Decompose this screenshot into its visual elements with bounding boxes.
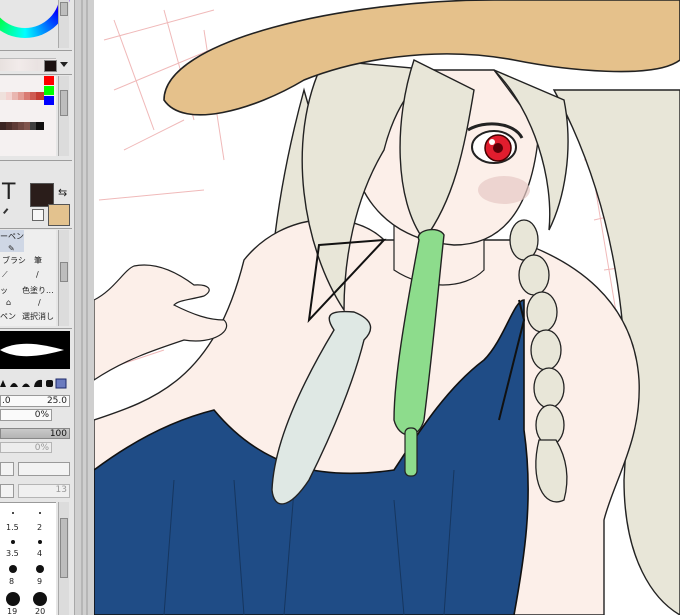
brush-item-label[interactable]: 筆 xyxy=(34,256,42,266)
brush-item-label[interactable]: ッ xyxy=(0,286,8,296)
brush-size-grid[interactable]: 1.5 2 3.5 4 8 9 19 20 xyxy=(0,502,56,615)
brush-item-label[interactable]: ブラシ xyxy=(2,256,26,266)
density-value: 0% xyxy=(34,410,49,420)
colorwheel-scrollbar[interactable] xyxy=(58,0,69,48)
panel-splitter[interactable] xyxy=(74,0,96,615)
artwork xyxy=(94,0,680,615)
brush-tip-row[interactable] xyxy=(0,377,70,389)
brush-item-label[interactable]: 色塗り... xyxy=(22,286,54,296)
blur-mode-select[interactable] xyxy=(0,462,14,476)
brush-size-label: 4 xyxy=(37,549,43,558)
secondary-color-swatch[interactable] xyxy=(48,204,70,226)
calligraphy-brush-icon: ∕ xyxy=(36,270,39,279)
palette-current-color[interactable] xyxy=(44,60,57,72)
marker-icon: ⌂ xyxy=(6,298,12,307)
brush-size-label: 19 xyxy=(7,607,18,615)
brush-size-label: 20 xyxy=(35,607,46,615)
palette-accents[interactable] xyxy=(44,76,56,106)
swap-colors-icon[interactable]: ⇆ xyxy=(58,186,67,199)
blend-percent: 0% xyxy=(0,442,52,453)
brush-item-label[interactable]: ペン xyxy=(0,312,16,322)
dropper-icon[interactable] xyxy=(3,208,13,218)
tool-panel: T ⇆ ーペン ✎ ブラシ 筆 ⟋ ∕ ッ 色塗り... ⌂ ∕ ペン 選択消し xyxy=(0,0,75,615)
brush-size-label: 8 xyxy=(9,577,15,586)
size-max-value: 25.0 xyxy=(46,396,67,406)
text-tool-label[interactable]: T xyxy=(2,182,15,204)
pen-icon: ✎ xyxy=(8,244,15,253)
fill-brush-icon: ∕ xyxy=(38,298,41,307)
brush-list: ーペン ✎ ブラシ 筆 ⟋ ∕ ッ 色塗り... ⌂ ∕ ペン 選択消し xyxy=(0,230,56,326)
palette-menu-icon[interactable] xyxy=(60,62,68,67)
palette-accent-swatch[interactable] xyxy=(44,86,54,95)
density-slider[interactable]: 0% xyxy=(0,409,52,421)
brush-size-label: 9 xyxy=(37,577,43,586)
size-value: .0 xyxy=(2,396,11,406)
palette-scrollbar[interactable] xyxy=(58,76,69,156)
drawing-canvas[interactable] xyxy=(94,0,680,615)
size-slider[interactable]: .0 25.0 xyxy=(0,395,70,407)
brush-stroke-shape xyxy=(0,343,64,357)
brush-size-scrollbar[interactable] xyxy=(58,502,69,615)
eye-highlight xyxy=(489,139,495,145)
blur-strength-select[interactable] xyxy=(0,484,14,498)
brush-item-label[interactable]: ーペン xyxy=(0,232,24,242)
brush-scrollbar[interactable] xyxy=(58,230,69,326)
brush-size-label: 2 xyxy=(37,523,43,532)
palette-accent-swatch[interactable] xyxy=(44,76,54,85)
brush-size-label: 1.5 xyxy=(6,523,19,532)
brush-icon: ⟋ xyxy=(2,270,8,279)
palette-swatch[interactable] xyxy=(36,122,44,130)
blur-field[interactable] xyxy=(18,462,70,476)
popsicle-stick xyxy=(404,427,418,477)
blend-slider[interactable]: 100 xyxy=(0,428,70,439)
blend-value: 100 xyxy=(49,429,67,439)
blur-value: 13 xyxy=(55,485,67,495)
blush xyxy=(478,176,530,204)
palette-accent-swatch[interactable] xyxy=(44,96,54,105)
blur-slider[interactable]: 13 xyxy=(18,484,70,498)
eye-pupil xyxy=(493,143,503,153)
brush-size-label: 3.5 xyxy=(6,549,19,558)
brush-shape-preview xyxy=(0,331,70,369)
brush-item-label[interactable]: 選択消し xyxy=(22,312,54,322)
palette-swatch[interactable] xyxy=(36,92,44,100)
transparent-color-icon[interactable] xyxy=(32,209,44,221)
